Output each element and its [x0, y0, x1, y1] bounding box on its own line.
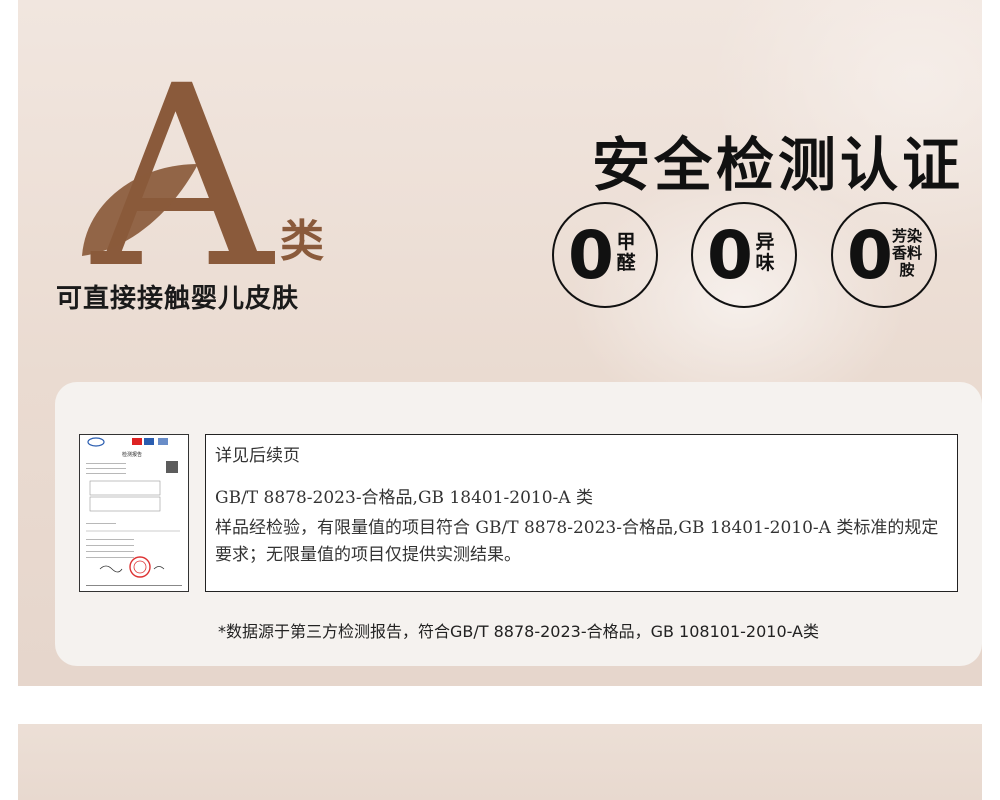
badge-aromatic-amine: 0 芳染香料胺 — [831, 202, 937, 308]
badge-value: 0 — [847, 217, 893, 294]
badge-formaldehyde: 0 甲醛 — [552, 202, 658, 308]
conclusion-text: 样品经检验，有限量值的项目符合 GB/T 8878-2023-合格品,GB 18… — [215, 518, 939, 565]
report-conclusion-box: 详见后续页 GB/T 8878-2023-合格品,GB 18401-2010-A… — [205, 434, 958, 592]
thumb-title: 检测报告 — [122, 451, 142, 458]
top-panel: A 类 可直接接触婴儿皮肤 安全检测认证 0 甲醛 0 异味 0 芳染香料胺 检… — [18, 0, 982, 686]
bottom-panel — [18, 724, 982, 800]
report-thumbnail: 检测报告 — [79, 434, 189, 592]
standard-text: GB/T 8878-2023-合格品,GB 18401-2010-A 类 — [215, 488, 593, 508]
badge-odor: 0 异味 — [691, 202, 797, 308]
report-document-icon: 检测报告 — [86, 437, 180, 578]
grade-a-logo: A — [82, 52, 275, 272]
report-card: 检测报告 详见后续页 GB/T 8878-2023-合格品,GB 18401-2… — [55, 382, 982, 666]
badge-value: 0 — [568, 217, 614, 294]
badge-label: 芳染香料胺 — [891, 227, 922, 279]
see-more-text: 详见后续页 — [215, 446, 300, 466]
footnote: *数据源于第三方检测报告，符合GB/T 8878-2023-合格品，GB 108… — [217, 622, 819, 641]
badge-label: 异味 — [755, 231, 775, 274]
badge-value: 0 — [707, 217, 753, 294]
page-title: 安全检测认证 — [591, 131, 964, 199]
badge-label: 甲醛 — [616, 231, 636, 274]
grade-suffix: 类 — [280, 216, 324, 267]
tagline: 可直接接触婴儿皮肤 — [56, 284, 300, 314]
